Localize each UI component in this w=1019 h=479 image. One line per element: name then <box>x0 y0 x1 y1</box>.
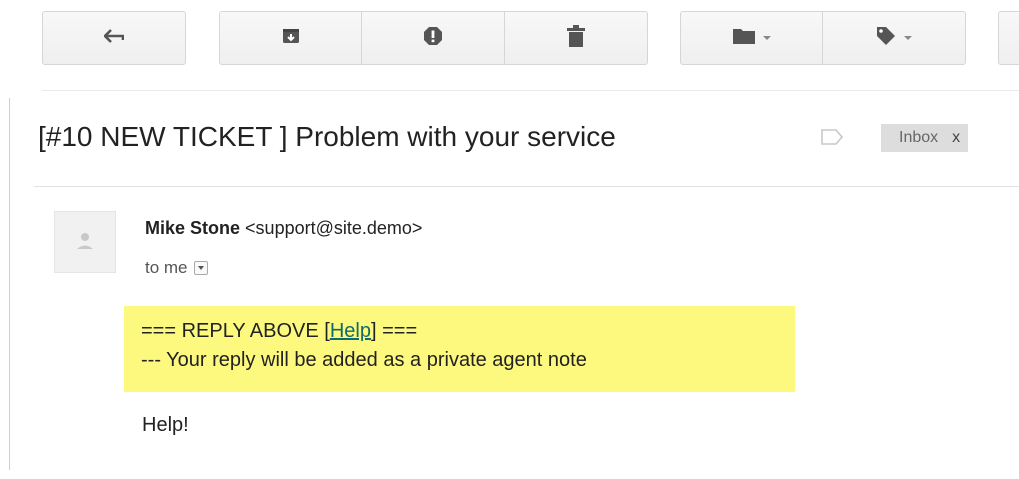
reply-above-line: === REPLY ABOVE [Help] === <box>141 318 417 344</box>
spam-exclamation-icon <box>423 26 443 51</box>
move-to-button[interactable] <box>680 11 823 65</box>
tag-icon <box>876 26 896 51</box>
chevron-down-icon <box>197 266 204 270</box>
reply-above-suffix: ] === <box>370 320 418 342</box>
help-link[interactable]: Help <box>330 320 371 342</box>
archive-icon <box>282 27 300 50</box>
delete-button[interactable] <box>504 11 648 65</box>
trash-icon <box>567 24 585 52</box>
sender-email: <support@site.demo> <box>245 218 423 238</box>
reply-arrow-icon <box>103 28 125 48</box>
message-body: Help! <box>142 414 189 436</box>
inbox-label-chip: Inbox x <box>881 124 969 152</box>
archive-button[interactable] <box>219 11 362 65</box>
to-me-text: to me <box>145 258 188 277</box>
reply-above-prefix: === REPLY ABOVE [ <box>141 320 330 342</box>
private-note-line: --- Your reply will be added as a privat… <box>141 349 587 371</box>
avatar <box>54 211 116 273</box>
sender-name[interactable]: Mike Stone <box>145 218 240 238</box>
reply-above-banner: === REPLY ABOVE [Help] === --- Your repl… <box>124 306 795 392</box>
labels-button[interactable] <box>822 11 966 65</box>
subject-title: [#10 NEW TICKET ] Problem with your serv… <box>38 121 616 152</box>
chevron-down-icon <box>904 36 912 40</box>
chevron-down-icon <box>762 36 771 40</box>
label-tag-icon[interactable] <box>821 129 844 150</box>
remove-label-button[interactable]: x <box>952 129 960 146</box>
folder-icon <box>732 28 755 49</box>
sender-line: Mike Stone <support@site.demo> <box>145 217 422 239</box>
more-button[interactable] <box>998 11 1019 65</box>
back-button[interactable] <box>42 11 186 65</box>
report-spam-button[interactable] <box>361 11 505 65</box>
subject-row: [#10 NEW TICKET ] Problem with your serv… <box>38 115 1019 163</box>
inbox-label-text: Inbox <box>899 129 939 146</box>
toolbar-divider <box>42 90 1019 91</box>
content-left-border <box>9 98 10 470</box>
show-details-button[interactable] <box>193 261 208 275</box>
recipient-line: to me <box>145 257 208 279</box>
toolbar <box>0 0 1019 90</box>
subject-divider <box>34 186 1019 187</box>
person-placeholder-icon <box>77 233 93 249</box>
